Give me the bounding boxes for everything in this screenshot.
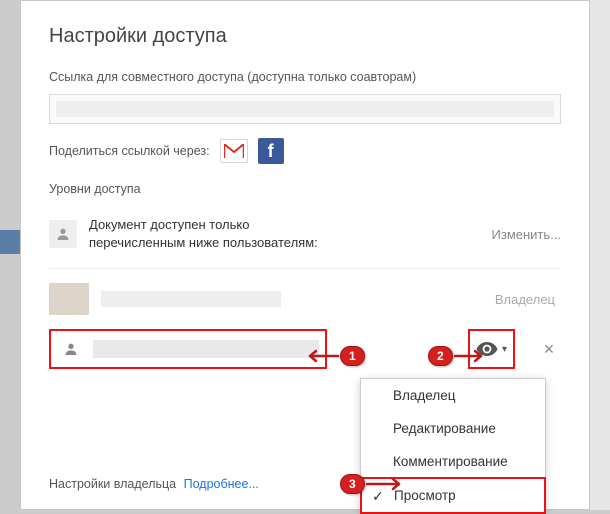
share-via-label: Поделиться ссылкой через: — [49, 144, 210, 158]
eye-icon — [476, 342, 498, 356]
redacted-link — [56, 101, 554, 117]
gmail-share-button[interactable] — [220, 139, 248, 163]
dropdown-item-comment[interactable]: Комментирование — [361, 445, 545, 478]
permission-dropdown-menu: Владелец Редактирование Комментирование … — [360, 378, 546, 514]
redacted-owner-name — [101, 291, 281, 307]
permission-dropdown-button[interactable]: ▾ — [468, 329, 515, 369]
add-people-input-highlight — [49, 329, 327, 369]
facebook-share-button[interactable]: f — [258, 138, 284, 164]
link-section-label: Ссылка для совместного доступа (доступна… — [49, 70, 561, 84]
change-access-link[interactable]: Изменить... — [492, 227, 561, 242]
remove-person-button[interactable]: × — [537, 339, 561, 360]
owner-settings-footer: Настройки владельца Подробнее... — [49, 477, 259, 491]
owner-role-label: Владелец — [495, 292, 561, 307]
owner-row: Владелец — [49, 275, 561, 323]
person-icon — [49, 220, 77, 248]
restricted-access-text: Документ доступен только перечисленным н… — [89, 216, 480, 252]
dropdown-item-edit[interactable]: Редактирование — [361, 412, 545, 445]
learn-more-link[interactable]: Подробнее... — [184, 477, 259, 491]
gmail-icon — [224, 144, 244, 158]
share-link-input[interactable] — [49, 94, 561, 124]
owner-avatar — [49, 283, 89, 315]
dialog-title: Настройки доступа — [49, 25, 561, 48]
dropdown-item-view[interactable]: Просмотр — [360, 477, 546, 514]
add-people-input[interactable] — [93, 340, 319, 358]
dropdown-item-owner[interactable]: Владелец — [361, 379, 545, 412]
person-icon — [57, 335, 85, 363]
access-levels-label: Уровни доступа — [49, 182, 561, 196]
caret-down-icon: ▾ — [502, 344, 507, 355]
facebook-icon: f — [268, 141, 274, 162]
